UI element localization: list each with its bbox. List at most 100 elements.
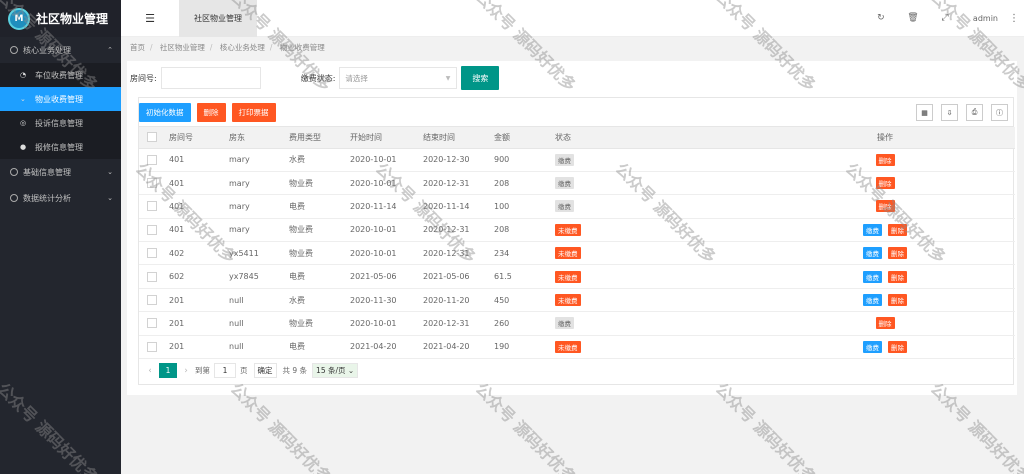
breadcrumb-item: 物业收费管理 [279, 43, 325, 52]
col-start: 开始时间 [350, 127, 423, 149]
pay-button[interactable]: 缴费 [863, 223, 882, 236]
delete-button[interactable]: 删除 [875, 153, 895, 166]
pay-button[interactable]: 缴费 [863, 340, 882, 353]
breadcrumb-item[interactable]: 社区物业管理 [160, 43, 205, 52]
cell-fee-type: 电费 [289, 194, 350, 219]
chevron-down-icon: ▼ [445, 74, 451, 82]
row-actions: 缴费 删除 [755, 288, 1015, 313]
table-header-row: 房间号 房东 费用类型 开始时间 结束时间 金额 状态 操作 [139, 127, 1015, 149]
columns-icon[interactable]: ▦ [916, 104, 933, 121]
table-row[interactable]: 401 mary 电费 2020-11-14 2020-11-14 100 缴费 删除 [139, 194, 1015, 219]
print-receipt-button[interactable]: 打印票据 [231, 102, 276, 122]
logo[interactable]: M 社区物业管理 [0, 0, 121, 37]
cell-fee-type: 物业费 [289, 311, 350, 336]
more-vertical-icon[interactable]: ⋮ [1004, 13, 1024, 24]
breadcrumb-item[interactable]: 核心业务处理 [220, 43, 265, 52]
menu-toggle-icon[interactable]: ☰ [121, 0, 179, 37]
row-checkbox[interactable] [147, 178, 157, 189]
table-row[interactable]: 201 null 水费 2020-11-30 2020-11-20 450 未缴费 缴费 删除 [139, 288, 1015, 313]
table-row[interactable]: 201 null 电费 2021-04-20 2021-04-20 190 未缴费 缴费 删除 [139, 335, 1015, 360]
nav-item-repairs[interactable]: ● 报修信息管理 [0, 135, 121, 159]
row-actions: 缴费 删除 [755, 264, 1015, 289]
user-name[interactable]: admin [973, 14, 998, 23]
table-row[interactable]: 602 yx7845 电费 2021-05-06 2021-05-06 61.5 未缴费 缴费… [139, 264, 1015, 289]
row-checkbox[interactable] [147, 248, 157, 259]
init-data-button[interactable]: 初始化数据 [139, 102, 191, 122]
info-icon[interactable]: ⓘ [991, 104, 1008, 121]
table-row[interactable]: 401 mary 物业费 2020-10-01 2020-12-31 208 未缴费 缴费 删除 [139, 218, 1015, 243]
row-checkbox[interactable] [147, 154, 157, 165]
page-unit: 页 [240, 366, 248, 375]
export-icon[interactable]: ⇩ [941, 104, 958, 121]
delete-button[interactable]: 删除 [888, 270, 907, 283]
next-page-icon[interactable]: › [177, 366, 195, 376]
cell-room: 201 [169, 335, 229, 360]
delete-button[interactable]: 删除 [888, 340, 907, 353]
delete-button[interactable]: 删除 [888, 247, 907, 260]
cell-amount: 234 [494, 241, 555, 266]
logo-icon: M [8, 7, 30, 30]
pay-button[interactable]: 缴费 [863, 270, 882, 283]
pay-button[interactable]: 缴费 [863, 294, 882, 307]
nav-item-parking-fee[interactable]: ◔ 车位收费管理 [0, 63, 121, 87]
refresh-icon[interactable]: ↻ [865, 13, 897, 23]
table-row[interactable]: 401 mary 物业费 2020-10-01 2020-12-31 208 缴费 删除 [139, 171, 1015, 196]
delete-button[interactable]: 删除 [875, 177, 895, 190]
nav-item-complaints[interactable]: ◎ 投诉信息管理 [0, 111, 121, 135]
status-select-placeholder: 请选择 [345, 73, 368, 83]
confirm-page-button[interactable]: 确定 [253, 363, 277, 378]
col-actions: 操作 [755, 127, 1015, 149]
nav-group-basic-info[interactable]: 基础信息管理 ⌄ [0, 159, 121, 185]
print-icon[interactable]: ⎙ [966, 104, 983, 121]
row-checkbox[interactable] [147, 271, 157, 282]
trash-icon[interactable]: 🗑 [897, 13, 929, 23]
gauge-icon: ◔ [20, 71, 27, 79]
delete-button[interactable]: 删除 [875, 200, 895, 213]
circle-icon [10, 168, 18, 176]
prev-page-icon[interactable]: ‹ [141, 366, 159, 376]
page-size-select[interactable]: 15 条/页 ⌄ [312, 363, 359, 378]
search-button[interactable]: 搜索 [461, 66, 500, 90]
current-page[interactable]: 1 [159, 363, 177, 378]
pagination: ‹ 1 › 到第 1 页 确定 共 9 条 15 条/页 ⌄ [141, 363, 359, 378]
delete-button[interactable]: 删除 [875, 317, 895, 330]
cell-room: 401 [169, 218, 229, 243]
cell-amount: 61.5 [494, 264, 555, 289]
table-row[interactable]: 402 yx5411 物业费 2020-10-01 2020-12-31 234 未缴费 缴费… [139, 241, 1015, 266]
table-row[interactable]: 201 null 物业费 2020-10-01 2020-12-31 260 缴费 删除 [139, 311, 1015, 336]
cell-end: 2021-05-06 [423, 264, 494, 289]
nav-group-statistics[interactable]: 数据统计分析 ⌄ [0, 185, 121, 211]
delete-button[interactable]: 删除 [888, 294, 907, 307]
nav-item-property-fee[interactable]: ⌄ 物业收费管理 [0, 87, 121, 111]
nav-group-label: 核心业务处理 [23, 45, 71, 55]
cell-start: 2021-04-20 [350, 335, 423, 360]
chevron-down-icon: ⌄ [107, 194, 113, 202]
row-checkbox[interactable] [147, 295, 157, 306]
nav-item-label: 投诉信息管理 [35, 118, 83, 128]
batch-delete-button[interactable]: 删除 [196, 102, 226, 122]
row-checkbox[interactable] [147, 224, 157, 235]
status-badge: 未缴费 [555, 223, 581, 236]
chevron-down-icon: ⌄ [20, 95, 26, 103]
cell-end: 2020-11-14 [423, 194, 494, 219]
row-checkbox[interactable] [147, 318, 157, 329]
select-all-checkbox[interactable] [147, 132, 157, 143]
nav-group-label: 基础信息管理 [23, 167, 71, 177]
room-input[interactable] [160, 67, 261, 89]
fee-table-wrapper: 初始化数据 删除 打印票据 ▦ ⇩ ⎙ ⓘ 房间号 房东 费用类型 开始时间 结… [138, 97, 1015, 385]
breadcrumb-item[interactable]: 首页 [130, 43, 145, 52]
cell-amount: 208 [494, 218, 555, 243]
fullscreen-icon[interactable]: ⤢ [929, 13, 961, 23]
row-actions: 缴费 删除 [755, 241, 1015, 266]
cell-fee-type: 电费 [289, 335, 350, 360]
cell-room: 401 [169, 171, 229, 196]
status-select[interactable]: 请选择 ▼ [339, 67, 458, 89]
table-row[interactable]: 401 mary 水费 2020-10-01 2020-12-30 900 缴费 删除 [139, 148, 1015, 172]
pay-button[interactable]: 缴费 [863, 247, 882, 260]
row-checkbox[interactable] [147, 201, 157, 212]
delete-button[interactable]: 删除 [888, 223, 907, 236]
nav-group-core[interactable]: 核心业务处理 ⌃ [0, 37, 121, 63]
tab-community-management[interactable]: 社区物业管理 [179, 0, 257, 37]
page-input[interactable]: 1 [214, 363, 236, 378]
row-checkbox[interactable] [147, 341, 157, 352]
